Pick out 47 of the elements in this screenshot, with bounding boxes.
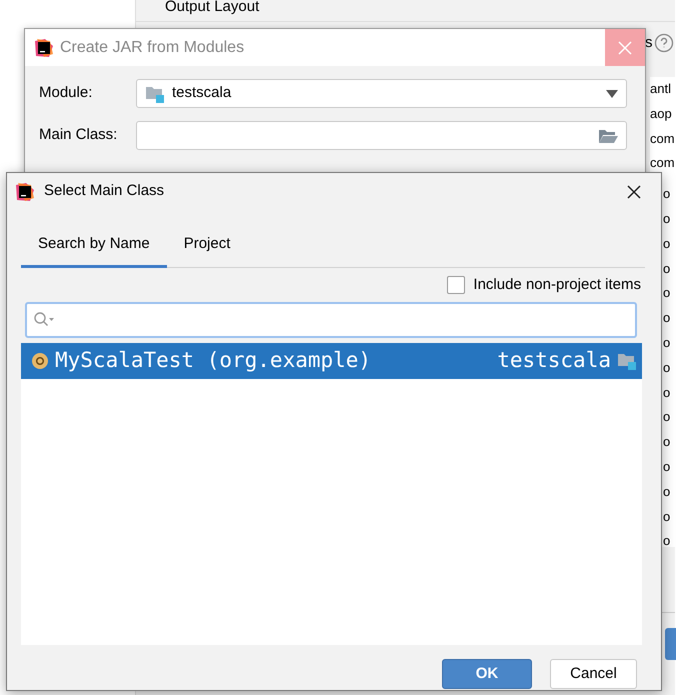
list-item[interactable]: aop xyxy=(650,106,672,121)
list-item[interactable]: o xyxy=(663,236,670,251)
result-row[interactable]: MyScalaTest (org.example) testscala xyxy=(21,343,642,379)
help-icon[interactable] xyxy=(654,33,674,54)
list-item[interactable]: o xyxy=(663,210,670,226)
list-item[interactable]: o xyxy=(663,334,670,350)
checkbox[interactable] xyxy=(447,276,466,294)
list-item[interactable]: o xyxy=(663,484,670,499)
module-dropdown[interactable]: testscala xyxy=(136,79,627,108)
checkbox-label: Include non-project items xyxy=(473,274,641,295)
list-item[interactable]: o xyxy=(663,285,670,300)
list-item[interactable]: o xyxy=(663,384,670,400)
label-text: s xyxy=(645,33,652,53)
module-icon xyxy=(617,352,637,370)
object-icon xyxy=(31,352,49,370)
app-icon xyxy=(15,182,35,202)
list-item[interactable]: o xyxy=(663,310,670,326)
search-icon xyxy=(33,311,55,329)
close-icon xyxy=(627,184,641,198)
module-icon xyxy=(145,84,165,102)
ok-button[interactable]: OK xyxy=(442,659,532,689)
search-field[interactable] xyxy=(25,302,637,338)
list-item[interactable]: o xyxy=(663,533,670,547)
list-item[interactable]: o xyxy=(663,360,670,375)
tab[interactable]: Project xyxy=(166,224,248,268)
list-item[interactable]: com xyxy=(650,130,675,146)
section-heading: Output Layout xyxy=(165,0,260,15)
list-item[interactable]: antl xyxy=(650,81,671,96)
folder-icon[interactable] xyxy=(598,128,618,144)
caret-icon xyxy=(606,90,618,98)
list-item[interactable]: com xyxy=(650,155,675,170)
list-item[interactable]: o xyxy=(663,458,670,474)
close-button[interactable] xyxy=(625,182,643,200)
window-title: Create JAR from Modules xyxy=(60,38,244,58)
list-item[interactable]: o xyxy=(663,434,670,450)
main-class-field[interactable] xyxy=(136,121,627,150)
field-label: Module: xyxy=(39,83,94,104)
list-item[interactable]: o xyxy=(663,409,670,424)
list-item[interactable]: o xyxy=(663,508,670,524)
cancel-button[interactable]: Cancel xyxy=(550,659,637,689)
close-icon xyxy=(618,40,632,54)
tab[interactable]: Search by Name xyxy=(21,224,167,268)
list-item[interactable]: o xyxy=(663,260,670,276)
list-item[interactable]: o xyxy=(663,186,670,202)
dialog-title: Select Main Class xyxy=(44,181,164,202)
app-icon xyxy=(34,38,54,58)
field-label: Main Class: xyxy=(39,125,118,146)
